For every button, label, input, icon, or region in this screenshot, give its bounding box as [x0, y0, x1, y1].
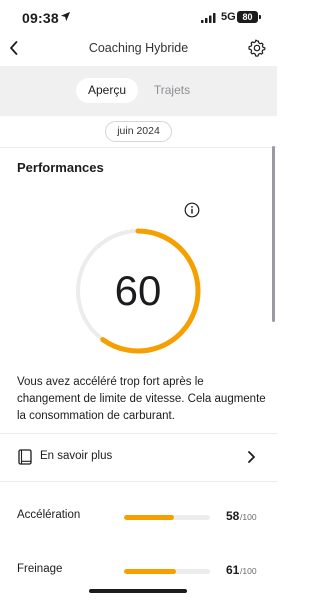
- book-icon: [18, 449, 32, 465]
- status-time: 09:38: [22, 10, 59, 26]
- gear-icon[interactable]: [248, 39, 266, 57]
- metric-max: /100: [240, 566, 257, 576]
- period-selector[interactable]: juin 2024: [105, 121, 172, 142]
- tab-bar: Aperçu Trajets: [0, 66, 277, 116]
- metric-score: 58: [226, 509, 240, 523]
- learn-more-label: En savoir plus: [40, 450, 113, 462]
- battery-indicator: 80: [237, 11, 261, 23]
- metric-score: 61: [226, 563, 240, 577]
- metric-row-acceleration[interactable]: Accélération 58 /100: [0, 506, 277, 530]
- performance-description: Vous avez accéléré trop fort après le ch…: [17, 376, 266, 422]
- section-title: Performances: [17, 160, 104, 175]
- chevron-right-icon: [248, 451, 255, 463]
- metric-bar-track: [124, 569, 210, 574]
- tab-trajets[interactable]: Trajets: [146, 78, 198, 103]
- tab-apercu[interactable]: Aperçu: [76, 78, 138, 103]
- metric-row-freinage[interactable]: Freinage 61 /100: [0, 560, 277, 584]
- scrollbar[interactable]: [272, 146, 275, 322]
- metric-max: /100: [240, 512, 257, 522]
- performance-score: 60: [114, 267, 162, 314]
- divider: [0, 147, 277, 148]
- metric-label: Accélération: [17, 509, 81, 521]
- metric-bar-track: [124, 515, 210, 520]
- divider: [0, 481, 277, 482]
- metric-bar-fill: [124, 569, 177, 574]
- home-indicator[interactable]: [89, 589, 187, 593]
- battery-level: 80: [242, 12, 253, 22]
- info-icon[interactable]: [184, 202, 200, 218]
- divider: [0, 433, 277, 434]
- network-type: 5G: [221, 11, 236, 23]
- page-title: Coaching Hybride: [88, 41, 189, 55]
- metric-label: Freinage: [17, 563, 63, 575]
- signal-icon: [201, 13, 216, 23]
- learn-more-row[interactable]: En savoir plus: [0, 442, 277, 472]
- nav-bar: Coaching Hybride: [0, 36, 277, 64]
- metric-bar-fill: [124, 515, 174, 520]
- location-arrow-icon: [60, 11, 71, 22]
- status-bar: 09:38 5G 80: [0, 0, 277, 36]
